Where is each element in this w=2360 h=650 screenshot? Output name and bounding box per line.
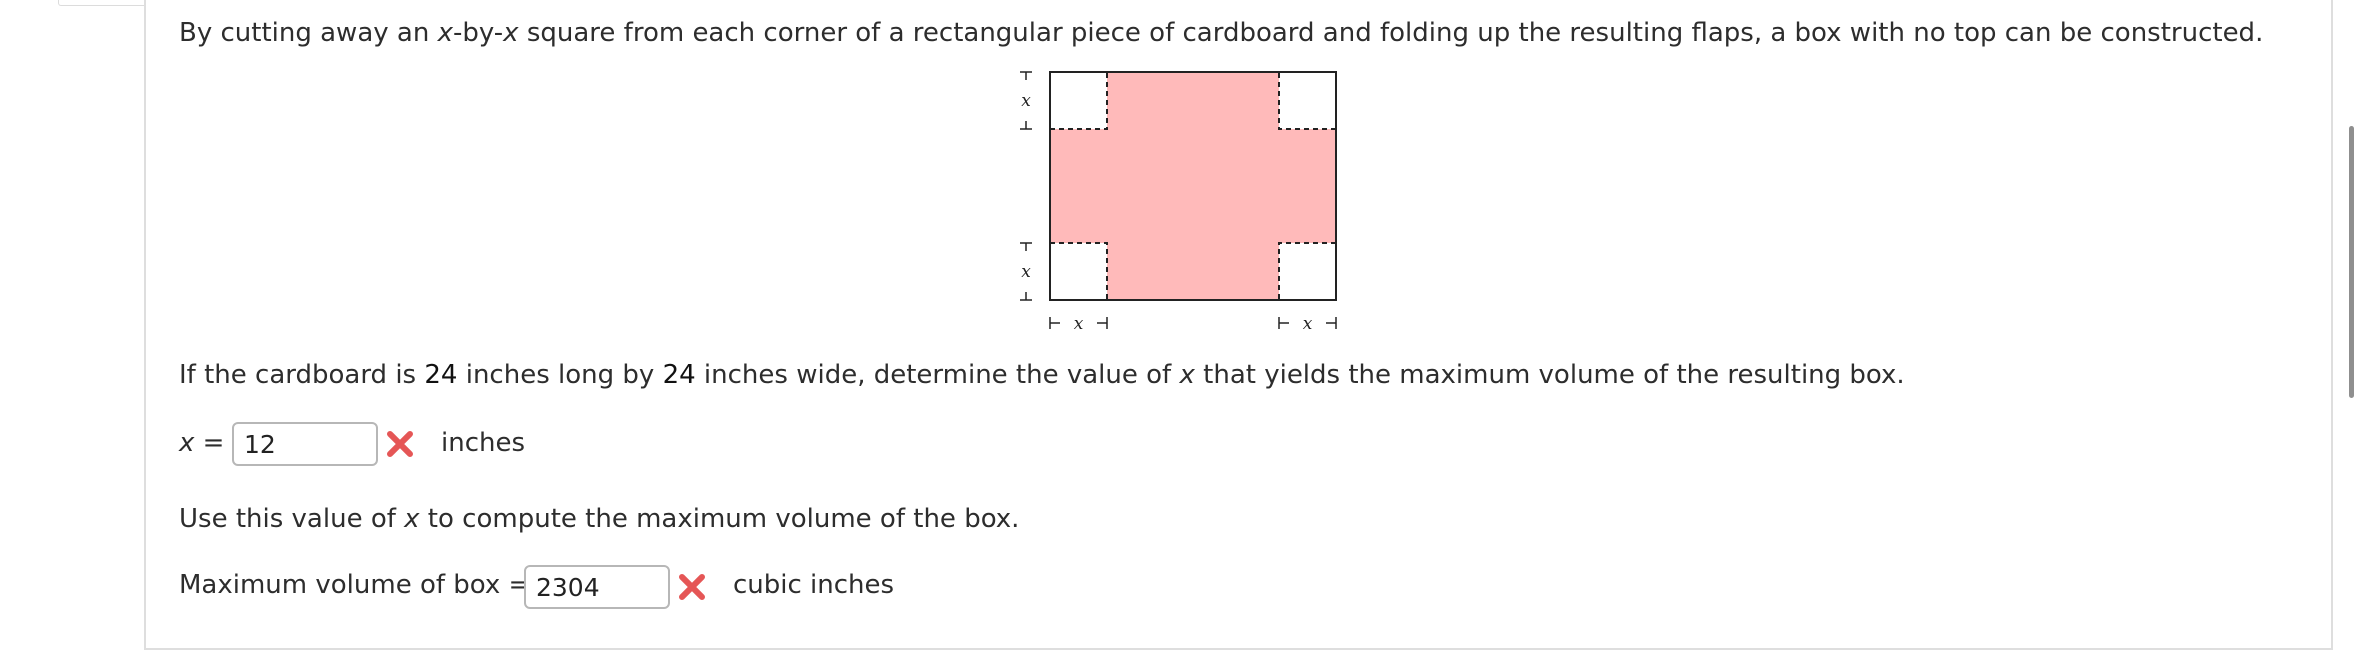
- cardboard-diagram: x x x x: [1020, 71, 1337, 334]
- x-answer-input[interactable]: 12: [232, 422, 378, 466]
- dimension-label-x-top: x: [1021, 91, 1031, 111]
- x-answer-unit: inches: [441, 428, 526, 458]
- volume-answer-input[interactable]: 2304: [524, 565, 670, 609]
- volume-answer-label: Maximum volume of box =: [179, 570, 531, 600]
- volume-answer-unit: cubic inches: [733, 570, 895, 600]
- corner-square-top-left: [1050, 72, 1107, 129]
- dimension-label-x-left: x: [1074, 314, 1084, 334]
- incorrect-x-icon: [387, 431, 413, 457]
- problem-question: If the cardboard is 24 inches long by 24…: [179, 360, 1905, 390]
- incorrect-x-icon: [679, 574, 705, 600]
- corner-square-bottom-right: [1279, 243, 1336, 300]
- scrollbar-thumb[interactable]: [2349, 126, 2354, 398]
- corner-square-top-right: [1279, 72, 1336, 129]
- dimension-label-x-right: x: [1303, 314, 1313, 334]
- x-answer-label: x =: [179, 428, 225, 458]
- corner-square-bottom-left: [1050, 243, 1107, 300]
- problem-intro: By cutting away an x-by-x square from ea…: [179, 18, 2264, 48]
- problem-followup: Use this value of x to compute the maxim…: [179, 504, 1020, 534]
- dimension-label-x-bottom: x: [1021, 262, 1031, 282]
